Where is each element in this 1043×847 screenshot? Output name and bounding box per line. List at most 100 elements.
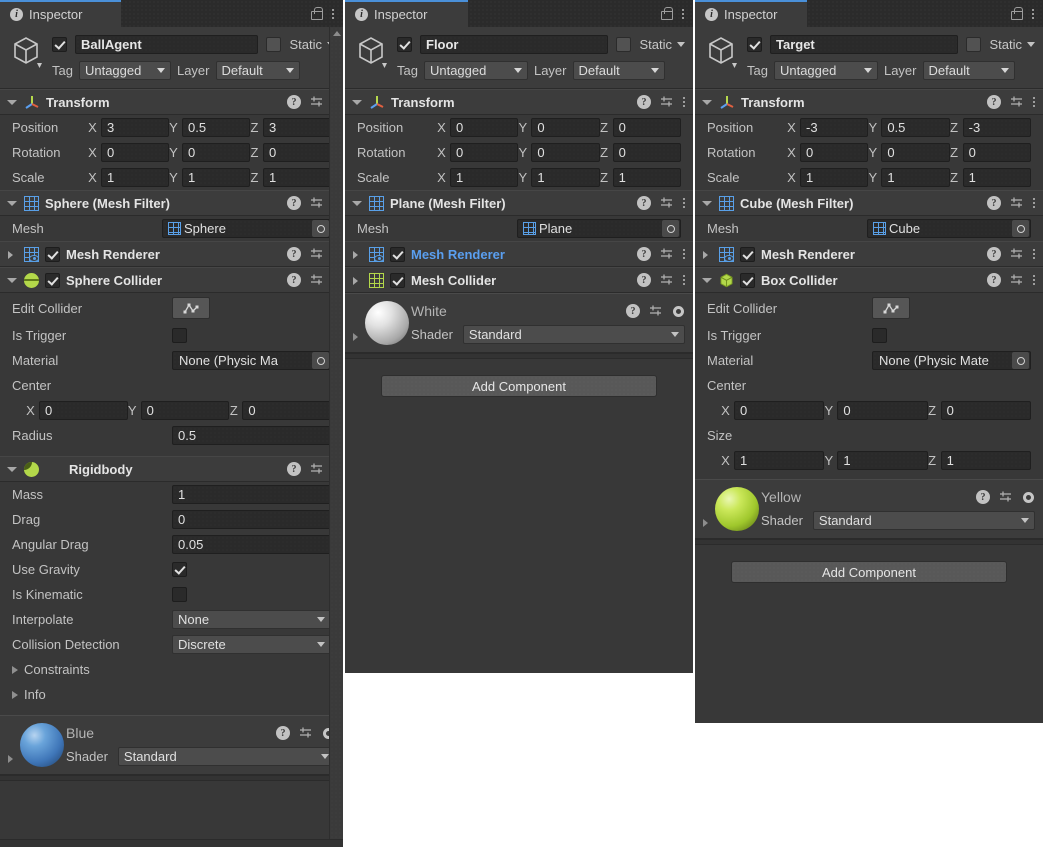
component-header-mesh-renderer[interactable]: Mesh Renderer ?: [0, 241, 343, 267]
gameobject-name-field[interactable]: Target: [770, 35, 959, 54]
scale-z-input[interactable]: 1: [263, 168, 331, 187]
help-icon[interactable]: ?: [987, 95, 1001, 109]
scale-z-input[interactable]: 1: [612, 168, 681, 187]
rotation-x-input[interactable]: 0: [101, 143, 169, 162]
scale-y-input[interactable]: 1: [531, 168, 600, 187]
component-header-transform[interactable]: Transform ?: [0, 89, 343, 115]
object-picker-icon[interactable]: [312, 220, 329, 237]
component-header-mesh-filter[interactable]: Plane (Mesh Filter) ?: [345, 190, 693, 216]
mesh-renderer-enabled-checkbox[interactable]: [45, 246, 60, 262]
mesh-object-field[interactable]: Cube: [867, 219, 1031, 238]
help-icon[interactable]: ?: [987, 273, 1001, 287]
kebab-menu-icon[interactable]: [683, 273, 685, 287]
help-icon[interactable]: ?: [287, 196, 301, 210]
position-z-input[interactable]: 3: [263, 118, 331, 137]
position-x-input[interactable]: -3: [800, 118, 869, 137]
preset-icon[interactable]: [1010, 95, 1024, 109]
collider-center-x-input[interactable]: 0: [734, 401, 825, 420]
help-icon[interactable]: ?: [637, 273, 651, 287]
gameobject-name-field[interactable]: BallAgent: [75, 35, 259, 54]
tag-dropdown[interactable]: Untagged: [423, 61, 528, 80]
preset-icon[interactable]: [310, 95, 324, 109]
foldout-icon[interactable]: [701, 248, 713, 260]
add-component-button[interactable]: Add Component: [381, 375, 657, 397]
preset-icon[interactable]: [310, 196, 324, 210]
preset-icon[interactable]: [660, 273, 674, 287]
collider-center-y-input[interactable]: 0: [837, 401, 928, 420]
foldout-icon[interactable]: [701, 274, 713, 286]
static-checkbox[interactable]: [966, 37, 982, 52]
foldout-icon[interactable]: [701, 96, 713, 108]
is-trigger-checkbox[interactable]: [172, 328, 187, 343]
layer-dropdown[interactable]: Default: [572, 61, 665, 80]
preset-icon[interactable]: [1010, 273, 1024, 287]
sphere-collider-enabled-checkbox[interactable]: [45, 272, 60, 288]
kebab-menu-icon[interactable]: [1033, 247, 1035, 261]
preset-icon[interactable]: [660, 196, 674, 210]
object-picker-icon[interactable]: [662, 220, 679, 237]
foldout-icon[interactable]: [701, 487, 713, 531]
add-component-button[interactable]: Add Component: [731, 561, 1007, 583]
is-kinematic-checkbox[interactable]: [172, 587, 187, 602]
help-icon[interactable]: ?: [976, 490, 990, 504]
physic-material-field[interactable]: None (Physic Mate: [872, 351, 1031, 370]
foldout-icon[interactable]: [6, 248, 18, 260]
box-collider-enabled-checkbox[interactable]: [740, 272, 755, 288]
help-icon[interactable]: ?: [637, 95, 651, 109]
foldout-icon[interactable]: [6, 723, 18, 767]
preset-icon[interactable]: [299, 726, 313, 740]
static-checkbox[interactable]: [266, 37, 282, 52]
foldout-icon[interactable]: [701, 197, 713, 209]
kebab-menu-icon[interactable]: [683, 247, 685, 261]
mesh-renderer-enabled-checkbox[interactable]: [390, 246, 405, 262]
preset-icon[interactable]: [310, 247, 324, 261]
collider-center-z-input[interactable]: 0: [242, 401, 332, 420]
physic-material-field[interactable]: None (Physic Ma: [172, 351, 331, 370]
position-x-input[interactable]: 3: [101, 118, 169, 137]
help-icon[interactable]: ?: [287, 273, 301, 287]
layer-dropdown[interactable]: Default: [215, 61, 300, 80]
kebab-menu-icon[interactable]: [332, 7, 334, 21]
foldout-icon[interactable]: [6, 463, 18, 475]
gear-icon[interactable]: [672, 305, 685, 318]
foldout-icon[interactable]: [351, 197, 363, 209]
interpolate-dropdown[interactable]: None: [172, 610, 331, 629]
component-header-sphere-collider[interactable]: Sphere Collider ?: [0, 267, 343, 293]
mesh-object-field[interactable]: Plane: [517, 219, 681, 238]
foldout-icon[interactable]: [351, 248, 363, 260]
collider-radius-input[interactable]: 0.5: [172, 426, 331, 445]
gameobject-enabled-checkbox[interactable]: [52, 37, 67, 52]
preset-icon[interactable]: [1010, 196, 1024, 210]
collider-center-z-input[interactable]: 0: [940, 401, 1031, 420]
tab-inspector[interactable]: i Inspector: [0, 0, 121, 27]
position-y-input[interactable]: 0.5: [881, 118, 950, 137]
scroll-up-icon[interactable]: [333, 31, 341, 36]
help-icon[interactable]: ?: [287, 95, 301, 109]
component-header-rigidbody[interactable]: Rigidbody ?: [0, 456, 343, 482]
lock-icon[interactable]: [1010, 7, 1023, 20]
shader-dropdown[interactable]: Standard: [812, 511, 1035, 530]
object-picker-icon[interactable]: [1012, 220, 1029, 237]
tag-dropdown[interactable]: Untagged: [773, 61, 878, 80]
position-y-input[interactable]: 0: [531, 118, 600, 137]
kebab-menu-icon[interactable]: [682, 7, 684, 21]
help-icon[interactable]: ?: [987, 196, 1001, 210]
scale-x-input[interactable]: 1: [800, 168, 869, 187]
static-dropdown[interactable]: Static: [989, 37, 1035, 52]
preset-icon[interactable]: [999, 490, 1013, 504]
component-header-mesh-collider[interactable]: Mesh Collider ?: [345, 267, 693, 293]
collider-size-z-input[interactable]: 1: [940, 451, 1031, 470]
component-header-transform[interactable]: Transform ?: [345, 89, 693, 115]
tab-inspector[interactable]: i Inspector: [695, 0, 807, 27]
position-y-input[interactable]: 0.5: [182, 118, 250, 137]
static-checkbox[interactable]: [616, 37, 632, 52]
rotation-z-input[interactable]: 0: [612, 143, 681, 162]
foldout-icon[interactable]: [6, 274, 18, 286]
foldout-icon[interactable]: [6, 197, 18, 209]
collision-detection-dropdown[interactable]: Discrete: [172, 635, 331, 654]
position-z-input[interactable]: 0: [612, 118, 681, 137]
kebab-menu-icon[interactable]: [683, 196, 685, 210]
scale-x-input[interactable]: 1: [450, 168, 519, 187]
mesh-renderer-enabled-checkbox[interactable]: [740, 246, 755, 262]
collider-center-x-input[interactable]: 0: [39, 401, 128, 420]
